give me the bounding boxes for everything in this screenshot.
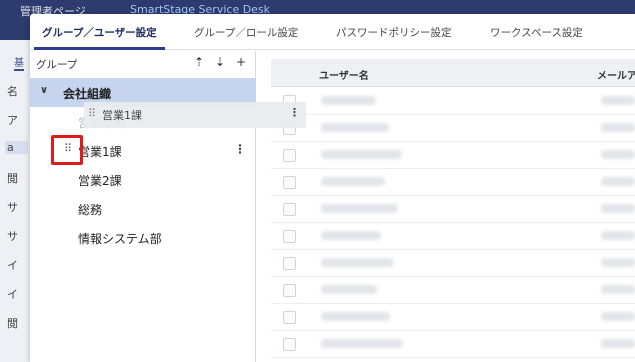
row-checkbox[interactable] (283, 203, 296, 216)
table-row[interactable] (271, 277, 635, 304)
tree-item-label: 会社組織 (63, 87, 112, 101)
blurred-email (601, 150, 635, 159)
table-row[interactable] (271, 169, 635, 196)
column-header-email[interactable]: メールアド (597, 67, 635, 82)
user-table: ユーザー名 メールアド (257, 51, 635, 362)
blurred-username (321, 312, 390, 321)
group-panel-header: グループ ⇡ ⇣ + (30, 51, 256, 77)
blurred-email (601, 123, 635, 132)
group-panel-title: グループ (36, 59, 78, 71)
blurred-username (321, 339, 403, 348)
background-tab: 基 (14, 54, 24, 71)
blurred-email (601, 312, 635, 321)
plus-icon[interactable]: + (234, 55, 248, 71)
table-row[interactable] (271, 88, 635, 115)
background-item: 閲 (7, 172, 18, 185)
row-checkbox[interactable] (283, 257, 296, 270)
blurred-email (601, 258, 635, 267)
drag-handle-icon: ⠿ (88, 107, 96, 120)
settings-tabs: グループ／ユーザー設定 グループ／ロール設定 パスワードポリシー設定 ワークスペ… (30, 14, 635, 50)
blurred-email (601, 339, 635, 348)
background-sidebar: 基 名 ア a 閲 サ サ イ イ 閲 (0, 40, 30, 362)
tree-item-label: 総務 (78, 203, 103, 217)
annotation-highlight (51, 135, 83, 165)
blurred-email (601, 96, 635, 105)
tree-item-label: 営業2課 (78, 174, 122, 188)
background-item: 名 (7, 85, 18, 98)
background-item: イ (7, 259, 18, 272)
tree-item[interactable]: 営業2課 (30, 165, 256, 194)
upload-icon[interactable]: ⇡ (192, 55, 206, 71)
table-row[interactable] (271, 223, 635, 250)
download-icon[interactable]: ⇣ (213, 55, 227, 71)
blurred-email (601, 231, 635, 240)
blurred-username (321, 177, 385, 186)
row-checkbox[interactable] (283, 338, 296, 351)
table-row[interactable] (271, 196, 635, 223)
drag-ghost-label: 営業1課 (102, 109, 142, 122)
row-checkbox[interactable] (283, 284, 296, 297)
background-item: 閲 (7, 317, 18, 330)
table-row[interactable] (271, 142, 635, 169)
blurred-email (601, 204, 635, 213)
blurred-email (601, 285, 635, 294)
blurred-username (321, 285, 377, 294)
blurred-username (321, 204, 398, 213)
drag-ghost: ⠿ 営業1課 ⋮ (84, 102, 306, 128)
more-vert-icon: ⋮ (289, 106, 300, 119)
table-row[interactable] (271, 250, 635, 277)
tab-password-policy[interactable]: パスワードポリシー設定 (336, 14, 452, 50)
table-row[interactable] (271, 331, 635, 358)
tab-group-role[interactable]: グループ／ロール設定 (194, 14, 298, 50)
row-checkbox[interactable] (283, 149, 296, 162)
blurred-username (321, 231, 381, 240)
tree-item[interactable]: 総務 (30, 194, 256, 223)
table-row[interactable] (271, 304, 635, 331)
background-item: a (5, 141, 28, 154)
blurred-username (321, 123, 389, 132)
blurred-username (321, 96, 376, 105)
tree-item-label: 営業1課 (78, 145, 122, 159)
column-header-username[interactable]: ユーザー名 (319, 67, 369, 82)
blurred-username (321, 258, 394, 267)
tree-item-label: 情報システム部 (78, 232, 162, 246)
row-checkbox[interactable] (283, 176, 296, 189)
more-vert-icon[interactable]: ⋮ (234, 142, 246, 156)
chevron-down-icon[interactable]: ∨ (40, 85, 48, 96)
background-item: イ (7, 288, 18, 301)
group-panel: グループ ⇡ ⇣ + ∨ 会社組織 営業本部 ⠿ 営業1課 ⋮ 営業2課 総務 … (30, 51, 256, 362)
background-item: ア (7, 114, 18, 127)
row-checkbox[interactable] (283, 230, 296, 243)
tab-group-user[interactable]: グループ／ユーザー設定 (34, 14, 165, 50)
tab-workspace[interactable]: ワークスペース設定 (490, 14, 583, 50)
blurred-email (601, 177, 635, 186)
background-item: サ (7, 230, 18, 243)
blurred-username (321, 150, 402, 159)
background-item: サ (7, 201, 18, 214)
row-checkbox[interactable] (283, 311, 296, 324)
table-row[interactable] (271, 115, 635, 142)
settings-modal: グループ／ユーザー設定 グループ／ロール設定 パスワードポリシー設定 ワークスペ… (30, 14, 635, 362)
table-header: ユーザー名 メールアド (271, 59, 635, 87)
tree-item[interactable]: 情報システム部 (30, 223, 256, 252)
